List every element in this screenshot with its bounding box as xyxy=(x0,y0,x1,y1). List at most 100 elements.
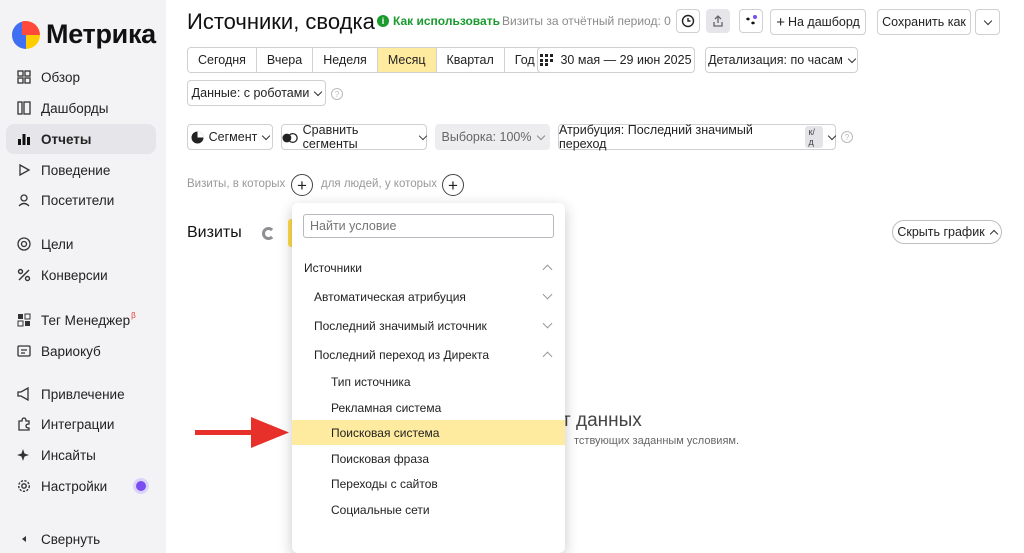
sidebar-item-label: Цели xyxy=(41,236,74,252)
sparkle-icon xyxy=(16,447,32,463)
sidebar-item-label: Конверсии xyxy=(41,267,108,283)
sidebar-item-6[interactable]: Конверсии xyxy=(6,260,156,290)
sidebar-item-2[interactable]: Отчеты xyxy=(6,124,156,154)
condition-item-label: Поисковая фраза xyxy=(331,451,430,466)
compare-icon xyxy=(282,132,298,143)
notification-dot xyxy=(136,481,146,491)
calendar-icon xyxy=(540,54,554,66)
condition-item[interactable]: Социальные сети xyxy=(292,497,565,522)
chart-icon xyxy=(16,131,32,147)
sample-dropdown[interactable]: Выборка: 100% xyxy=(435,124,550,150)
condition-item[interactable]: Переходы с сайтов xyxy=(292,471,565,496)
robots-dropdown[interactable]: Данные: с роботами xyxy=(187,80,326,106)
compare-segments-dropdown[interactable]: Сравнить сегменты xyxy=(281,123,428,151)
period-option-2[interactable]: Неделя xyxy=(313,48,378,72)
collapse-label: Свернуть xyxy=(41,531,101,547)
condition-item-label: Переходы с сайтов xyxy=(331,476,438,491)
segment-dropdown[interactable]: Сегмент xyxy=(187,124,273,150)
period-selector: Сегодня Вчера Неделя Месяц Квартал Год xyxy=(187,47,546,73)
robots-label: Данные: с роботами xyxy=(191,86,310,100)
condition-item[interactable]: Автоматическая атрибуция xyxy=(292,284,565,309)
export-button[interactable] xyxy=(706,9,730,33)
sidebar-item-11[interactable]: Инсайты xyxy=(6,440,156,470)
add-visit-condition-button[interactable]: + xyxy=(291,174,313,196)
assistant-button[interactable] xyxy=(739,9,763,33)
condition-item[interactable]: Последний значимый источник xyxy=(292,313,565,338)
sidebar-item-10[interactable]: Интеграции xyxy=(6,409,156,439)
condition-search-input[interactable] xyxy=(303,214,554,238)
condition-item[interactable]: Поисковая фраза xyxy=(292,446,565,471)
sidebar-item-0[interactable]: Обзор xyxy=(6,62,156,92)
period-option-1[interactable]: Вчера xyxy=(256,48,314,72)
logo-text: Метрика xyxy=(46,19,156,49)
date-range-label: 30 мая — 29 июн 2025 xyxy=(560,53,692,67)
period-option-4[interactable]: Квартал xyxy=(436,48,505,72)
pie-chart-icon xyxy=(191,131,204,143)
chevron-down-icon xyxy=(542,289,553,300)
condition-item[interactable]: Тип источника xyxy=(292,369,565,394)
info-icon: i xyxy=(377,15,389,27)
attribution-dropdown[interactable]: Атрибуция: Последний значимый переход к/… xyxy=(558,123,837,151)
sidebar-item-8[interactable]: Вариокуб xyxy=(6,336,156,366)
hide-chart-label: Скрыть график xyxy=(897,225,985,239)
page-title: Источники, сводка xyxy=(187,9,375,34)
attribution-label: Атрибуция: Последний значимый переход xyxy=(559,123,753,151)
cube-icon xyxy=(16,343,32,359)
sidebar-item-label: Привлечение xyxy=(41,386,125,402)
share-icon xyxy=(713,15,723,27)
sidebar-item-12[interactable]: Настройки xyxy=(6,471,156,501)
chevron-down-icon xyxy=(418,131,428,140)
condition-item[interactable]: Рекламная система xyxy=(292,395,565,420)
date-range-picker[interactable]: 30 мая — 29 июн 2025 xyxy=(537,47,695,73)
sidebar-item-1[interactable]: Дашборды xyxy=(6,93,156,123)
sidebar-item-4[interactable]: Посетители xyxy=(6,185,156,215)
condition-item-label: Источники xyxy=(304,260,362,275)
sidebar-item-7[interactable]: Тег Менеджер β xyxy=(6,305,156,335)
no-data-title: т данных xyxy=(562,410,642,431)
tag-icon xyxy=(16,312,32,328)
add-to-dashboard-button[interactable]: + На дашборд xyxy=(770,9,866,35)
sidebar-item-label: Отчеты xyxy=(41,131,92,147)
user-icon xyxy=(16,192,32,208)
play-icon xyxy=(16,162,32,178)
save-as-menu-button[interactable] xyxy=(975,9,1000,35)
add-dashboard-label: На дашборд xyxy=(787,15,860,29)
sidebar-item-label: Вариокуб xyxy=(41,343,101,359)
save-as-button[interactable]: Сохранить как xyxy=(877,9,971,35)
condition-item[interactable]: Источники xyxy=(292,255,565,280)
sidebar-item-3[interactable]: Поведение xyxy=(6,155,156,185)
add-people-condition-button[interactable]: + xyxy=(442,174,464,196)
sidebar-item-label: Настройки xyxy=(41,478,108,494)
hide-chart-button[interactable]: Скрыть график xyxy=(892,220,1002,244)
chart-type-icon[interactable] xyxy=(262,227,275,240)
clock-icon xyxy=(681,14,695,28)
sidebar-item-9[interactable]: Привлечение xyxy=(6,379,156,409)
chevron-down-icon xyxy=(827,131,837,140)
condition-item-label: Поисковая система xyxy=(331,425,440,440)
period-option-3[interactable]: Месяц xyxy=(377,48,437,72)
sidebar-item-5[interactable]: Цели xyxy=(6,229,156,259)
help-icon[interactable]: ? xyxy=(331,88,343,100)
condition-item-label: Автоматическая атрибуция xyxy=(314,289,466,304)
help-icon[interactable]: ? xyxy=(841,131,853,143)
no-data-subtitle: тствующих заданным условиям. xyxy=(574,435,740,447)
gear-icon xyxy=(16,478,32,494)
chevron-down-icon xyxy=(536,131,545,140)
visits-count-note: Визиты за отчётный период: 0 xyxy=(502,14,671,28)
period-option-0[interactable]: Сегодня xyxy=(188,48,257,72)
chevron-down-icon xyxy=(983,16,992,25)
logo[interactable]: Метрика xyxy=(12,19,156,50)
chevron-up-icon xyxy=(542,351,553,362)
visits-condition-label: Визиты, в которых xyxy=(187,178,286,190)
sidebar-item-label: Дашборды xyxy=(41,100,109,116)
condition-item[interactable]: Поисковая система xyxy=(292,420,565,445)
condition-item[interactable]: Последний переход из Директа xyxy=(292,342,565,367)
sidebar-item-label: Инсайты xyxy=(41,447,96,463)
detail-dropdown[interactable]: Детализация: по часам xyxy=(705,47,858,73)
condition-item-label: Социальные сети xyxy=(331,502,430,517)
howto-link[interactable]: i Как использовать xyxy=(377,14,500,28)
history-button[interactable] xyxy=(676,9,700,33)
dashboard-icon xyxy=(16,100,32,116)
visits-title: Визиты xyxy=(187,224,242,241)
sidebar-collapse-button[interactable]: Свернуть xyxy=(6,524,156,553)
